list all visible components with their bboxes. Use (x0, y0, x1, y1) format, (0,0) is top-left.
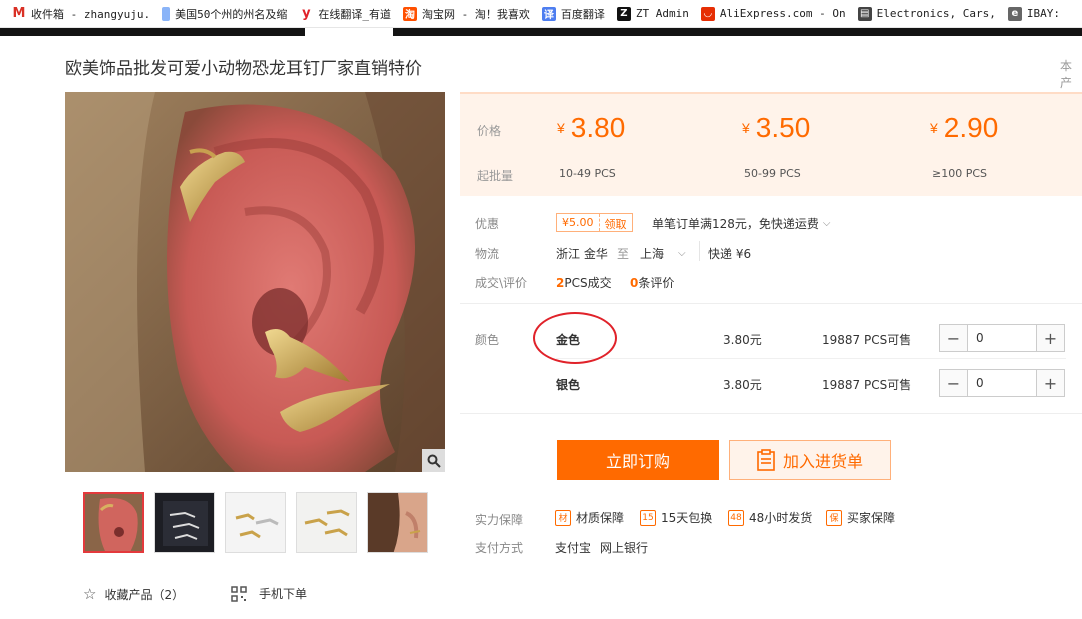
plus-button[interactable]: + (1037, 325, 1064, 351)
buy-now-button[interactable]: 立即订购 (557, 440, 719, 480)
bookmark-taobao[interactable]: 淘 淘宝网 - 淘！我喜欢 (402, 6, 530, 22)
product-main-image[interactable] (65, 92, 445, 472)
plus-button[interactable]: + (1037, 370, 1064, 396)
bookmark-electronics[interactable]: ▤ Electronics, Cars, (857, 6, 996, 21)
price-label: 价格 (477, 124, 502, 138)
gmail-icon: M (12, 6, 26, 21)
product-title-right: 本产 (1060, 59, 1073, 90)
zoom-button[interactable] (422, 449, 445, 472)
minus-button[interactable]: − (940, 370, 967, 396)
product-title: 欧美饰品批发可爱小动物恐龙耳钉厂家直销特价 (65, 59, 422, 79)
price-panel: 价格 起批量 ¥3.80 10-49 PCS ¥3.50 50-99 PCS ¥… (460, 92, 1082, 196)
youdao-icon: y (299, 6, 314, 21)
bookmark-gmail[interactable]: M 收件箱 - zhangyuju. (12, 6, 150, 22)
thumbnail-4[interactable] (296, 492, 357, 553)
promo-dropdown[interactable]: 单笔订单满128元，免快递运费 ⌵ (652, 215, 831, 232)
shipping-to-word: 至 (617, 247, 630, 261)
bookmark-baidu-translate[interactable]: 译 百度翻译 (541, 6, 605, 22)
clipboard-icon (757, 449, 775, 471)
sku-stock: 19887 PCS可售 (822, 378, 912, 392)
quantity-stepper: − 0 + (939, 369, 1065, 397)
magnifier-icon (427, 454, 441, 468)
guarantee-return[interactable]: 15 15天包换 (640, 509, 712, 526)
qrcode-icon (231, 585, 247, 602)
guarantee-shipping[interactable]: 48 48小时发货 (728, 509, 812, 526)
star-icon: ☆ (83, 585, 97, 603)
chevron-down-icon: ⌵ (822, 218, 831, 229)
shipping-label: 物流 (475, 247, 500, 261)
payment-online-bank: 网上银行 (600, 541, 649, 555)
aliexpress-icon: ◡ (700, 6, 715, 21)
price-tier-2: ¥3.50 (742, 112, 811, 143)
coupon-claim-button[interactable]: 领取 (598, 214, 632, 231)
shipping-from: 浙江 金华 (556, 247, 608, 261)
range-tier-3: ≥100 PCS (932, 167, 988, 180)
return-15-icon: 15 (640, 509, 656, 526)
mobile-order-link[interactable]: 手机下单 (231, 585, 307, 602)
thumbnail-2[interactable] (154, 492, 215, 553)
moq-label: 起批量 (477, 169, 514, 183)
guarantee-material[interactable]: 材 材质保障 (555, 509, 624, 526)
thumbnail-5[interactable] (367, 492, 428, 553)
bookmark-us-states[interactable]: 美国50个州的州名及缩 (162, 6, 287, 22)
taobao-icon: 淘 (402, 6, 417, 21)
site-nav-strip (0, 28, 1082, 36)
guarantee-label: 实力保障 (475, 513, 524, 527)
price-tier-3: ¥2.90 (930, 112, 999, 143)
thumbnail-3[interactable] (225, 492, 286, 553)
sku-price: 3.80元 (723, 333, 762, 347)
thumbnail-strip (83, 492, 438, 553)
sku-stock: 19887 PCS可售 (822, 333, 912, 347)
promo-label: 优惠 (475, 217, 500, 231)
shipping-method: 快递 ¥6 (708, 247, 752, 261)
ebay-icon: e (1007, 6, 1022, 21)
coupon-value: ¥5.00 (562, 216, 594, 229)
price-tier-1: ¥3.80 (557, 112, 626, 143)
quantity-input[interactable]: 0 (967, 370, 1037, 396)
range-tier-1: 10-49 PCS (559, 167, 616, 180)
electronics-icon: ▤ (857, 6, 872, 21)
thumbnail-1[interactable] (83, 492, 144, 553)
section-divider (460, 303, 1082, 304)
quantity-stepper: − 0 + (939, 324, 1065, 352)
shipping-divider (699, 241, 700, 261)
bookmark-youdao[interactable]: y 在线翻译_有道 (299, 6, 391, 22)
ship-48-icon: 48 (728, 509, 744, 526)
ear-photo (65, 92, 445, 472)
range-tier-2: 50-99 PCS (744, 167, 801, 180)
sku-label: 颜色 (475, 333, 500, 347)
minus-button[interactable]: − (940, 325, 967, 351)
payment-label: 支付方式 (475, 541, 524, 555)
section-divider (460, 413, 1082, 414)
baidu-translate-icon: 译 (541, 6, 556, 21)
collect-product-link[interactable]: ☆ 收藏产品（2） (83, 585, 184, 603)
shipping-destination-select[interactable]: 上海 ⌵ (640, 245, 686, 262)
bookmark-zt-admin[interactable]: Z ZT Admin (616, 6, 689, 21)
site-nav-active-tab[interactable] (305, 28, 393, 36)
chevron-down-icon: ⌵ (678, 248, 686, 259)
buyer-protect-icon: 保 (826, 509, 842, 526)
payment-alipay: 支付宝 (555, 541, 592, 555)
document-icon (162, 6, 171, 21)
sku-price: 3.80元 (723, 378, 762, 392)
bookmark-ebay[interactable]: e IBAY: (1007, 6, 1060, 21)
sku-row-divider (556, 358, 1066, 359)
sold-count[interactable]: 2PCS成交 (556, 274, 612, 291)
coupon: ¥5.00 领取 (556, 213, 633, 232)
zt-icon: Z (616, 6, 631, 21)
sku-option-silver[interactable]: 银色 (556, 376, 580, 393)
add-to-cart-button[interactable]: 加入进货单 (729, 440, 891, 480)
review-count[interactable]: 0条评价 (630, 274, 674, 291)
guarantee-buyer[interactable]: 保 买家保障 (826, 509, 895, 526)
deals-label: 成交\评价 (475, 276, 528, 290)
bookmark-aliexpress[interactable]: ◡ AliExpress.com - On (700, 6, 846, 21)
material-icon: 材 (555, 509, 571, 526)
bookmarks-bar: M 收件箱 - zhangyuju. 美国50个州的州名及缩 y 在线翻译_有道… (0, 0, 1082, 28)
annotation-circle (533, 312, 617, 364)
quantity-input[interactable]: 0 (967, 325, 1037, 351)
